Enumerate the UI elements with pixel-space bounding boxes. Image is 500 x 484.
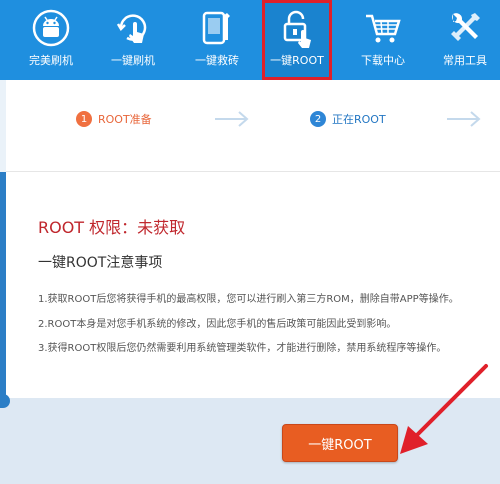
android-robot-icon (32, 9, 70, 47)
notice-item: 2.ROOT本身是对您手机系统的修改，因此您手机的售后政策可能因此受到影响。 (38, 319, 397, 330)
one-click-root-button[interactable]: 一键ROOT (282, 424, 398, 462)
main-toolbar: 完美刷机 一键刷机 一键救砖 一键ROOT 下载中心 常用工具 (0, 0, 500, 80)
notice-title: 一键ROOT注意事项 (38, 255, 163, 271)
steps-left-edge (0, 80, 6, 172)
arrow-right-icon (215, 111, 249, 127)
notice-item: 3.获得ROOT权限后您仍然需要利用系统管理类软件，才能进行删除，禁用系统程序等… (38, 343, 447, 354)
unlock-icon (283, 10, 311, 48)
step-label: 正在ROOT (332, 113, 386, 126)
arrow-right-icon (447, 111, 481, 127)
toolbar-label: 常用工具 (443, 54, 487, 67)
touch-refresh-icon (116, 14, 147, 43)
notice-item: 1.获取ROOT后您将获得手机的最高权限，您可以进行刷入第三方ROM，删除自带A… (38, 294, 459, 305)
toolbar-label: 一键ROOT (270, 54, 324, 67)
root-progress-steps: 1 ROOT准备 2 正在ROOT (0, 80, 500, 172)
red-arrow-annotation-icon (400, 364, 488, 454)
step-root-prepare: 1 ROOT准备 (76, 109, 152, 129)
toolbar-label: 一键刷机 (111, 54, 155, 67)
tools-icon (451, 13, 480, 41)
step-rooting: 2 正在ROOT (310, 109, 386, 129)
step-number: 2 (310, 111, 326, 127)
step-number: 1 (76, 111, 92, 127)
toolbar-label: 一键救砖 (195, 54, 239, 67)
toolbar-one-click-flash[interactable]: 一键刷机 (100, 0, 166, 80)
toolbar-perfect-flash[interactable]: 完美刷机 (18, 0, 84, 80)
cart-icon (366, 14, 401, 43)
toolbar-common-tools[interactable]: 常用工具 (432, 0, 498, 80)
root-status: ROOT 权限：未获取 (38, 218, 186, 237)
toolbar-one-click-root[interactable]: 一键ROOT (262, 0, 332, 80)
toolbar-download-center[interactable]: 下载中心 (350, 0, 416, 80)
toolbar-label: 完美刷机 (29, 54, 73, 67)
toolbar-label: 下载中心 (361, 54, 405, 67)
phone-wrench-icon (202, 11, 230, 45)
toolbar-unbrick[interactable]: 一键救砖 (184, 0, 250, 80)
step-label: ROOT准备 (98, 113, 152, 126)
